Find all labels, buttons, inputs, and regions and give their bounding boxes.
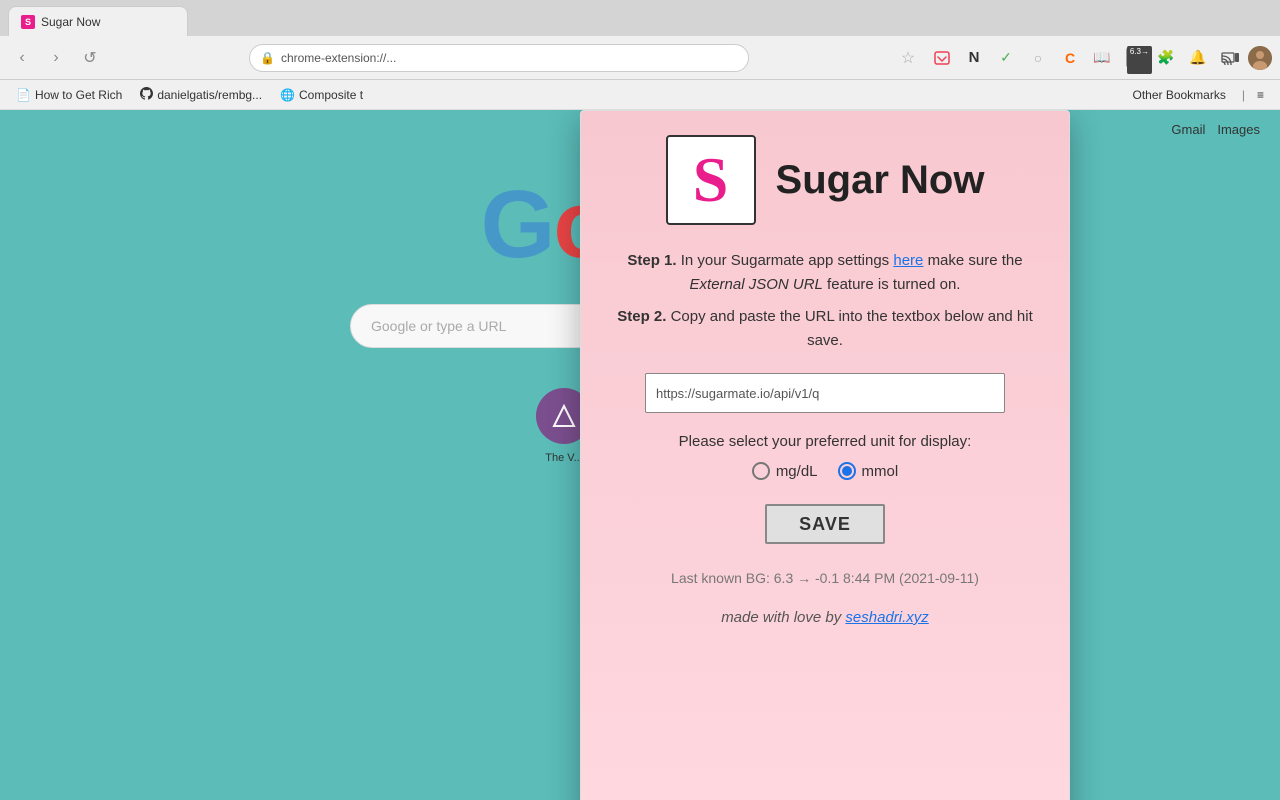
mgdl-radio[interactable] (752, 462, 770, 480)
other-bookmarks[interactable]: Other Bookmarks | ≡ (1124, 86, 1272, 104)
mmol-option[interactable]: mmol (838, 462, 899, 480)
google-top-right: Gmail Images (1171, 122, 1260, 137)
radio-row: mg/dL mmol (679, 462, 972, 480)
bookmark-favicon-2 (140, 87, 153, 103)
step1-text: In your Sugarmate app settings (677, 252, 894, 269)
check-icon-button[interactable]: ✓ (992, 44, 1020, 72)
notion-icon-button[interactable]: N (960, 44, 988, 72)
pocket-icon-button[interactable] (928, 44, 956, 72)
mmol-radio[interactable] (838, 462, 856, 480)
url-text: chrome-extension://... (281, 51, 396, 65)
gmail-link[interactable]: Gmail (1171, 122, 1205, 137)
books-icon-button[interactable]: 📖 (1088, 44, 1116, 72)
popup-logo-letter: S (693, 143, 729, 217)
save-button[interactable]: SAVE (765, 504, 885, 544)
circle-icon-button[interactable]: ○ (1024, 44, 1052, 72)
browser-chrome: S Sugar Now ‹ › ↺ 🔒 chrome-extension://.… (0, 0, 1280, 110)
tab-title: Sugar Now (41, 15, 100, 29)
star-button[interactable]: ☆ (894, 44, 922, 72)
forward-button[interactable]: › (42, 44, 70, 72)
step1-label: Step 1. (627, 252, 676, 269)
sugar-now-popup: S Sugar Now Step 1. In your Sugarmate ap… (580, 110, 1070, 800)
mgdl-option[interactable]: mg/dL (752, 462, 818, 480)
nav-bar: ‹ › ↺ 🔒 chrome-extension://... ☆ N ✓ ○ C… (0, 36, 1280, 80)
images-link[interactable]: Images (1217, 122, 1260, 137)
bookmarks-bar: 📄 How to Get Rich danielgatis/rembg... 🌐… (0, 80, 1280, 110)
cast-icon-button[interactable] (1216, 44, 1244, 72)
user-avatar[interactable] (1248, 46, 1272, 70)
address-bar[interactable]: 🔒 chrome-extension://... (249, 44, 749, 72)
bookmark-label-1: How to Get Rich (35, 88, 122, 102)
lock-icon: 🔒 (260, 51, 275, 65)
unit-section: Please select your preferred unit for di… (679, 433, 972, 480)
notifications-icon-button[interactable]: 🔔 (1184, 44, 1212, 72)
mmol-radio-dot (842, 466, 852, 476)
toolbar-icons: N ✓ ○ C 📖 S 6.3→ 🧩 🔔 (928, 44, 1272, 72)
popup-logo-box: S (666, 135, 756, 225)
here-link[interactable]: here (893, 252, 923, 269)
active-tab[interactable]: S Sugar Now (8, 6, 188, 36)
page-content: Gmail Images Google Google or type a URL… (0, 110, 1280, 800)
bookmark-label-2: danielgatis/rembg... (157, 88, 262, 102)
other-bookmarks-label: Other Bookmarks (1132, 88, 1225, 102)
popup-header: S Sugar Now (666, 135, 985, 225)
step1-cont: make sure the (928, 252, 1023, 269)
made-with-text: made with love by (721, 609, 845, 626)
bookmark-label-3: Composite t (299, 88, 363, 102)
made-with: made with love by seshadri.xyz (721, 609, 929, 626)
unit-label: Please select your preferred unit for di… (679, 433, 972, 450)
bookmark-favicon-3: 🌐 (280, 88, 295, 102)
seshadri-link[interactable]: seshadri.xyz (845, 609, 928, 626)
tab-favicon: S (21, 15, 35, 29)
step2-label: Step 2. (617, 308, 666, 325)
bookmark-favicon-1: 📄 (16, 88, 31, 102)
search-placeholder: Google or type a URL (371, 318, 506, 334)
other-bookmarks-divider: | (1242, 88, 1245, 102)
badge: 6.3→ (1127, 46, 1152, 74)
popup-title: Sugar Now (776, 158, 985, 203)
bookmark-danielgatis[interactable]: danielgatis/rembg... (132, 85, 270, 105)
crunchyroll-icon-button[interactable]: C (1056, 44, 1084, 72)
bookmarks-menu-icon: ≡ (1257, 88, 1264, 102)
bookmark-composite[interactable]: 🌐 Composite t (272, 86, 371, 104)
last-known-bg: Last known BG: 6.3 → -0.1 8:44 PM (2021-… (671, 568, 979, 589)
mmol-label: mmol (862, 463, 899, 480)
quick-link-label-1: The V... (545, 452, 583, 464)
url-input[interactable] (645, 373, 1005, 413)
step1-italic: External JSON URL (690, 276, 823, 293)
mgdl-label: mg/dL (776, 463, 818, 480)
popup-body: Step 1. In your Sugarmate app settings h… (615, 249, 1035, 353)
bookmark-how-to-get-rich[interactable]: 📄 How to Get Rich (8, 86, 130, 104)
step2-text: Copy and paste the URL into the textbox … (666, 308, 1032, 349)
last-known-text: Last known BG: 6.3 → -0.1 8:44 PM (2021-… (671, 570, 979, 586)
back-button[interactable]: ‹ (8, 44, 36, 72)
sugar-now-ext-button[interactable]: S 6.3→ (1120, 44, 1148, 72)
tab-bar: S Sugar Now (0, 0, 1280, 36)
step1-cont2: feature is turned on. (823, 276, 961, 293)
extensions-icon-button[interactable]: 🧩 (1152, 44, 1180, 72)
refresh-button[interactable]: ↺ (76, 44, 104, 72)
address-bar-wrap: 🔒 chrome-extension://... (110, 44, 888, 72)
